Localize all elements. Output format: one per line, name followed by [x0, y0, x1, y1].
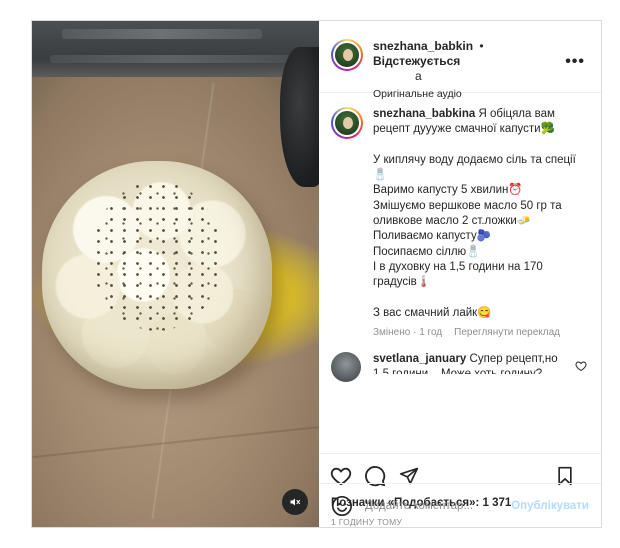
- post-side-panel: snezhana_babkin • Відстежується a Оригін…: [319, 21, 601, 527]
- username-link[interactable]: snezhana_babkin: [373, 39, 473, 53]
- avatar[interactable]: [331, 352, 361, 383]
- oven-rack: [62, 29, 262, 39]
- more-options-icon[interactable]: •••: [565, 53, 585, 71]
- comments-list[interactable]: snezhana_babkina Я обіцяла вам рецепт ду…: [319, 93, 601, 453]
- edited-timestamp: Змінено · 1 год: [373, 327, 443, 339]
- speaker-muted-icon: [290, 498, 301, 506]
- comment-item: svetlana_january Супер рецепт,но 1,5 год…: [331, 352, 589, 383]
- post-header: snezhana_babkin • Відстежується a Оригін…: [319, 21, 601, 100]
- see-translation-link[interactable]: Переглянути переклад: [454, 327, 560, 338]
- following-button[interactable]: Відстежується: [373, 54, 460, 68]
- add-comment-bar: Додайте коментар... Опублікувати: [319, 483, 601, 527]
- mute-button[interactable]: [282, 489, 308, 515]
- emoji-icon[interactable]: [331, 495, 353, 517]
- post-comment-button[interactable]: Опублікувати: [511, 500, 589, 512]
- post-modal: snezhana_babkin • Відстежується a Оригін…: [31, 20, 602, 528]
- post-video[interactable]: [32, 21, 319, 527]
- avatar[interactable]: [331, 107, 363, 139]
- separator-dot: •: [479, 39, 484, 53]
- avatar[interactable]: [331, 39, 363, 71]
- caption-meta: Змінено · 1 год Переглянути переклад: [373, 327, 589, 338]
- caption-text: snezhana_babkina Я обіцяла вам рецепт ду…: [373, 107, 583, 321]
- comment-author-link[interactable]: svetlana_january: [373, 353, 466, 365]
- pepper-sprinkle: [92, 181, 222, 331]
- comment-input[interactable]: Додайте коментар...: [365, 500, 511, 512]
- oven-rack: [50, 55, 290, 63]
- caption-author-link[interactable]: snezhana_babkina: [373, 108, 475, 120]
- caption-body: Я обіцяла вам рецепт дуууже смачної капу…: [373, 108, 576, 319]
- comment-like-heart-icon[interactable]: [575, 360, 587, 372]
- comment-text: svetlana_january Супер рецепт,но 1,5 год…: [373, 352, 565, 374]
- username-wrap: a: [415, 69, 422, 83]
- caption: snezhana_babkina Я обіцяла вам рецепт ду…: [331, 107, 589, 321]
